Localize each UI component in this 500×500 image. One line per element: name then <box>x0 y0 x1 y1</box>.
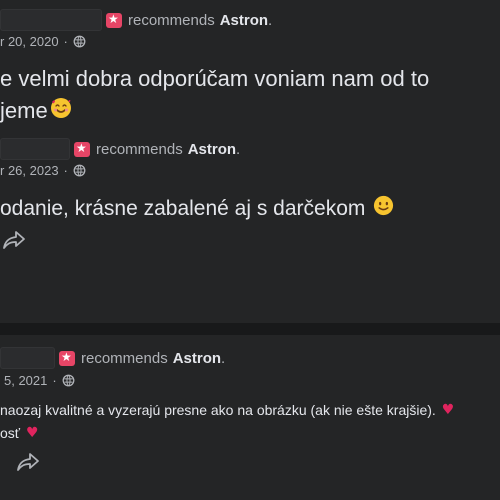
smiling-face-with-hearts-icon <box>49 96 73 126</box>
review-header: recommends Astron . <box>0 9 272 31</box>
slightly-smiling-face-icon <box>372 194 395 223</box>
review-text: jeme <box>0 98 48 123</box>
share-button[interactable] <box>2 229 26 256</box>
recommend-icon <box>106 12 122 28</box>
name-suffix: . <box>268 11 273 29</box>
page-name-link[interactable]: Astron <box>173 350 221 367</box>
globe-icon <box>73 164 86 177</box>
review-date[interactable]: 5, 2021 <box>4 373 47 388</box>
review-text: osť <box>0 425 21 441</box>
recommends-label: recommends <box>128 11 215 29</box>
meta-separator: · <box>52 373 57 388</box>
review-text-line: naozaj kvalitné a vyzerajú presne ako na… <box>0 402 454 418</box>
recommends-label: recommends <box>96 140 183 158</box>
heart-icon: ♥ <box>441 402 455 418</box>
redacted-reviewer-name <box>0 9 102 31</box>
review-card: recommends Astron . r 26, 2023 · odanie,… <box>0 128 500 323</box>
globe-icon <box>62 374 75 387</box>
name-suffix: . <box>221 349 226 367</box>
recommend-icon <box>59 350 75 366</box>
meta-separator: · <box>63 34 68 49</box>
review-meta: r 20, 2020 · <box>0 34 86 49</box>
name-suffix: . <box>236 140 241 158</box>
globe-icon <box>73 35 86 48</box>
meta-separator: · <box>63 163 68 178</box>
review-card: recommends Astron . 5, 2021 · naozaj kva… <box>0 335 500 500</box>
heart-icon: ♥ <box>26 425 39 441</box>
share-icon <box>16 451 40 478</box>
review-meta: r 26, 2023 · <box>0 163 86 178</box>
review-meta: 5, 2021 · <box>4 373 75 388</box>
redacted-reviewer-name <box>0 138 70 160</box>
review-text-line: e velmi dobra odporúčam voniam nam od to <box>0 66 429 92</box>
review-date[interactable]: r 20, 2020 <box>0 34 59 49</box>
page-name-link[interactable]: Astron <box>188 141 236 158</box>
recommend-icon <box>74 141 90 157</box>
recommends-label: recommends <box>81 349 168 367</box>
review-text: odanie, krásne zabalené aj s darčekom <box>0 196 366 220</box>
review-date[interactable]: r 26, 2023 <box>0 163 59 178</box>
review-text-line: odanie, krásne zabalené aj s darčekom <box>0 194 395 223</box>
redacted-reviewer-name <box>0 347 55 369</box>
review-text-line: osť ♥ <box>0 425 39 441</box>
share-button[interactable] <box>16 451 40 478</box>
review-header: recommends Astron . <box>0 138 240 160</box>
review-card: recommends Astron . r 20, 2020 · e velmi… <box>0 0 500 128</box>
review-text-line: jeme <box>0 96 73 126</box>
share-icon <box>2 229 26 256</box>
review-header: recommends Astron . <box>0 347 225 369</box>
page-name-link[interactable]: Astron <box>220 12 268 29</box>
review-text: naozaj kvalitné a vyzerajú presne ako na… <box>0 402 436 418</box>
review-text: e velmi dobra odporúčam voniam nam od to <box>0 66 430 91</box>
